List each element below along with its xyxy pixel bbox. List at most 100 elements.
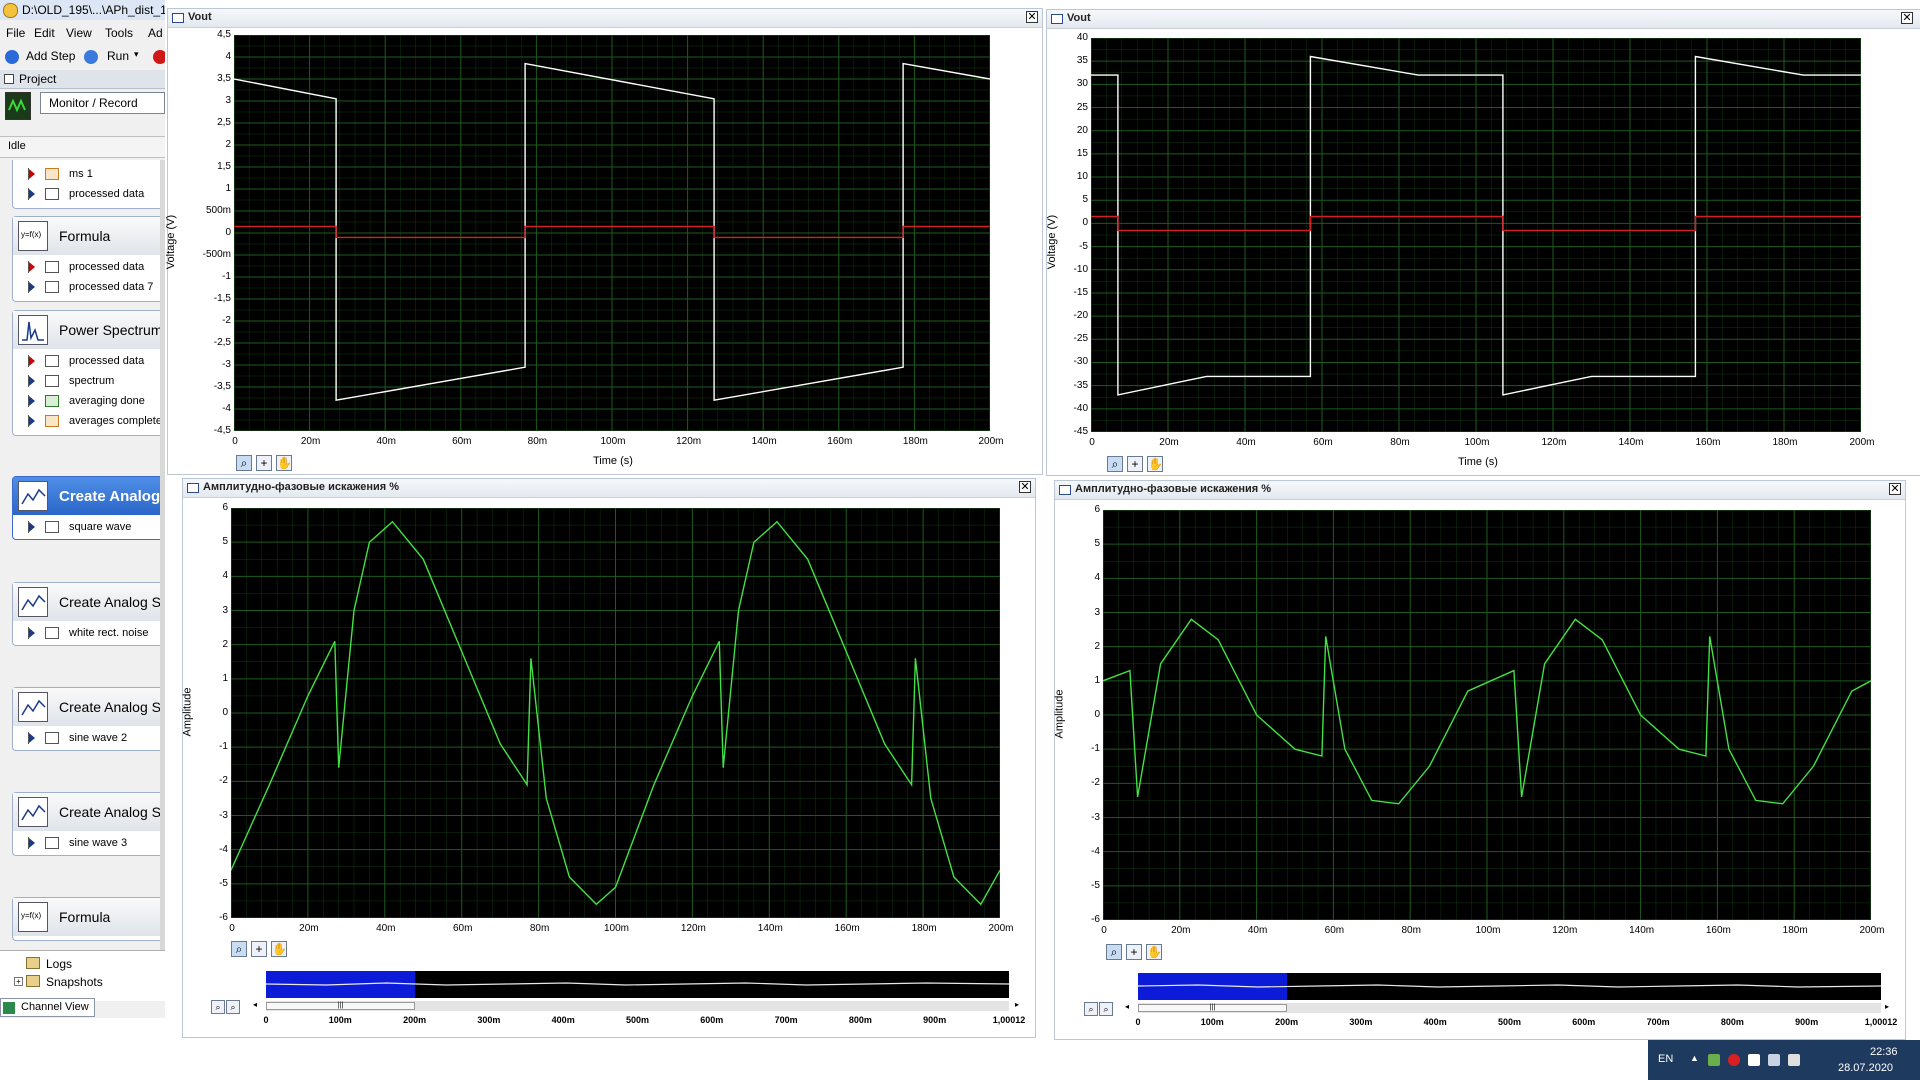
menu-add[interactable]: Ad [148,26,163,40]
cursor-icon[interactable]: + [256,455,272,471]
zoom-icon[interactable]: ⌕ [236,455,252,471]
panel-titlebar[interactable]: Vout ✕ [1047,10,1920,29]
waveform-icon [45,355,59,367]
menu-file[interactable]: File [6,26,25,40]
channel-view-tab[interactable]: Channel View [0,998,95,1017]
x-tick-label: 120m [680,923,706,934]
cursor-icon[interactable]: + [1126,944,1142,960]
steps-scrollbar[interactable] [160,160,165,990]
clock-date[interactable]: 28.07.2020 [1838,1062,1893,1074]
zoom-icon[interactable]: ⌕ [231,941,247,957]
step-output-row[interactable]: processed data [17,259,165,277]
antivirus-icon[interactable] [1728,1054,1740,1066]
distortion-left-plot[interactable] [231,508,1000,918]
scroll-thumb[interactable]: ||| [1138,1004,1287,1012]
close-icon[interactable]: ✕ [1019,481,1031,493]
step-input-row[interactable]: square wave [17,519,165,537]
panel-titlebar[interactable]: Амплитудно-фазовые искажения % ✕ [183,479,1035,498]
step-block[interactable]: y=f(x) Formula processed data processed … [12,216,165,302]
zoom-out-icon[interactable]: ⌕ [211,1000,225,1014]
expand-icon[interactable]: + [14,977,23,986]
project-icon [4,74,14,84]
language-indicator[interactable]: EN [1658,1053,1673,1065]
step-header[interactable]: Create Analog Si [13,793,165,831]
pan-hand-icon[interactable]: ✋ [276,455,292,471]
step-block[interactable]: Create Analog Si white rect. noise [12,582,165,646]
step-block[interactable]: Create Analog Si sine wave 2 [12,687,165,751]
tree-logs[interactable]: Logs [46,957,72,971]
zoom-in-icon[interactable]: ⌕ [1099,1002,1113,1016]
panel-titlebar[interactable]: Амплитудно-фазовые искажения % ✕ [1055,481,1905,500]
scroll-right-icon[interactable]: ▸ [1015,1000,1019,1009]
x-tick-label: 180m [1782,925,1808,936]
navigation-overview[interactable] [266,971,1009,998]
step-input-row[interactable]: sine wave 2 [17,730,165,748]
clock-time[interactable]: 22:36 [1870,1046,1898,1058]
navigation-scrollbar[interactable]: ||| [1138,1003,1881,1013]
step-block[interactable]: Power Spectrum processed data spectrum a… [12,310,165,436]
step-block[interactable]: y=f(x) Formula [12,897,165,941]
step-header[interactable]: Create Analog Si [13,583,165,621]
step-input-row[interactable]: spectrum [17,373,165,391]
step-block[interactable]: Create Analog Si sine wave 3 [12,792,165,856]
waveform-icon [45,837,59,849]
action-center-flag-icon[interactable] [1748,1054,1760,1066]
zoom-icon[interactable]: ⌕ [1106,944,1122,960]
step-input-row[interactable]: processed data 7 [17,279,165,297]
network-icon[interactable] [1768,1054,1780,1066]
step-header[interactable]: y=f(x) Formula [13,898,165,936]
step-output-row[interactable]: ms 1 [17,166,165,184]
nav-tick-label: 700m [774,1015,798,1025]
step-input-row[interactable]: sine wave 3 [17,835,165,853]
navigation-scrollbar[interactable]: ||| [266,1001,1009,1011]
step-header[interactable]: Create Analog Si [13,688,165,726]
step-header[interactable]: Power Spectrum [13,311,165,349]
close-icon[interactable]: ✕ [1026,11,1038,23]
step-input-row[interactable]: averages completed [17,413,165,431]
cursor-icon[interactable]: + [251,941,267,957]
tree-snapshots[interactable]: Snapshots [46,975,103,989]
step-header[interactable]: y=f(x) Formula [13,217,165,255]
panel-titlebar[interactable]: Vout ✕ [168,9,1042,28]
scroll-right-icon[interactable]: ▸ [1885,1002,1889,1011]
pan-hand-icon[interactable]: ✋ [271,941,287,957]
channel-view-label: Channel View [21,1001,89,1013]
cursor-icon[interactable]: + [1127,456,1143,472]
step-block-selected[interactable]: Create Analog square wave [12,476,165,540]
step-block[interactable]: ms 1 processed data [12,160,165,209]
distortion-right-plot[interactable] [1103,510,1871,920]
zoom-in-icon[interactable]: ⌕ [226,1000,240,1014]
run-dropdown-icon[interactable]: ▾ [134,49,139,60]
vout-left-plot[interactable] [234,35,990,431]
close-icon[interactable]: ✕ [1901,12,1913,24]
monitor-record-dropdown[interactable]: Monitor / Record [40,92,165,114]
step-input-row[interactable]: processed data [17,186,165,204]
navigation-overview[interactable] [1138,973,1881,1000]
input-arrow-icon [29,522,35,532]
pan-hand-icon[interactable]: ✋ [1147,456,1163,472]
close-icon[interactable]: ✕ [1889,483,1901,495]
zoom-out-icon[interactable]: ⌕ [1084,1002,1098,1016]
step-header[interactable]: Create Analog [13,477,165,515]
step-output-row[interactable]: processed data [17,353,165,371]
vout-right-plot[interactable] [1091,38,1861,432]
step-row-label: white rect. noise [69,627,149,639]
stop-icon[interactable] [153,50,165,64]
nav-tick-label: 500m [1497,1017,1522,1027]
scroll-left-icon[interactable]: ◂ [253,1000,257,1009]
menu-tools[interactable]: Tools [105,26,133,40]
step-input-row[interactable]: white rect. noise [17,625,165,643]
pan-hand-icon[interactable]: ✋ [1146,944,1162,960]
scroll-thumb[interactable]: ||| [266,1002,415,1010]
window-titlebar[interactable]: D:\OLD_195\...\APh_dist_1 [0,0,165,20]
tray-expand-icon[interactable]: ▲ [1690,1053,1699,1063]
menu-edit[interactable]: Edit [34,26,55,40]
step-input-row[interactable]: averaging done [17,393,165,411]
menu-view[interactable]: View [66,26,92,40]
nvidia-icon[interactable] [1708,1054,1720,1066]
volume-muted-icon[interactable] [1788,1054,1800,1066]
scroll-left-icon[interactable]: ◂ [1125,1002,1129,1011]
run-button[interactable]: Run [107,49,129,63]
zoom-icon[interactable]: ⌕ [1107,456,1123,472]
add-step-button[interactable]: Add Step [26,49,75,63]
